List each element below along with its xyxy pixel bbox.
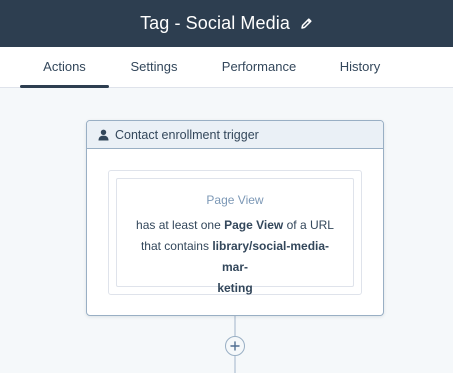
workflow-header: Tag - Social Media [0, 0, 453, 47]
workflow-title: Tag - Social Media [140, 13, 290, 33]
filter-title: Page View [206, 193, 264, 207]
tab-actions[interactable]: Actions [20, 47, 109, 88]
trigger-card-title: Contact enrollment trigger [115, 127, 259, 142]
tab-bar: Actions Settings Performance History [0, 47, 453, 88]
add-action-button[interactable] [225, 336, 245, 356]
contact-icon [98, 129, 109, 141]
workflow-connector-line [234, 356, 236, 373]
trigger-card-header: Contact enrollment trigger [87, 121, 383, 149]
filter-operator: that contains [140, 239, 209, 253]
tab-history[interactable]: History [322, 47, 398, 87]
workflow-connector-line [234, 316, 236, 336]
filter-description: has at least one Page View of a URL that… [117, 215, 353, 299]
filter-value-line-1: library/social-media-mar- [212, 239, 330, 274]
pencil-icon[interactable] [300, 17, 313, 30]
enrollment-trigger-card[interactable]: Contact enrollment trigger Page View has… [86, 120, 384, 316]
filter-prefix: has at least one [136, 218, 221, 232]
trigger-filter-box[interactable]: Page View has at least one Page View of … [108, 170, 362, 295]
filter-event: Page View [224, 218, 284, 232]
filter-middle: of a URL [286, 218, 334, 232]
trigger-filter-content: Page View has at least one Page View of … [116, 178, 354, 295]
tab-performance[interactable]: Performance [210, 47, 308, 87]
plus-icon [230, 341, 240, 351]
filter-value-line-2: keting [217, 281, 253, 295]
tab-settings[interactable]: Settings [118, 47, 190, 87]
